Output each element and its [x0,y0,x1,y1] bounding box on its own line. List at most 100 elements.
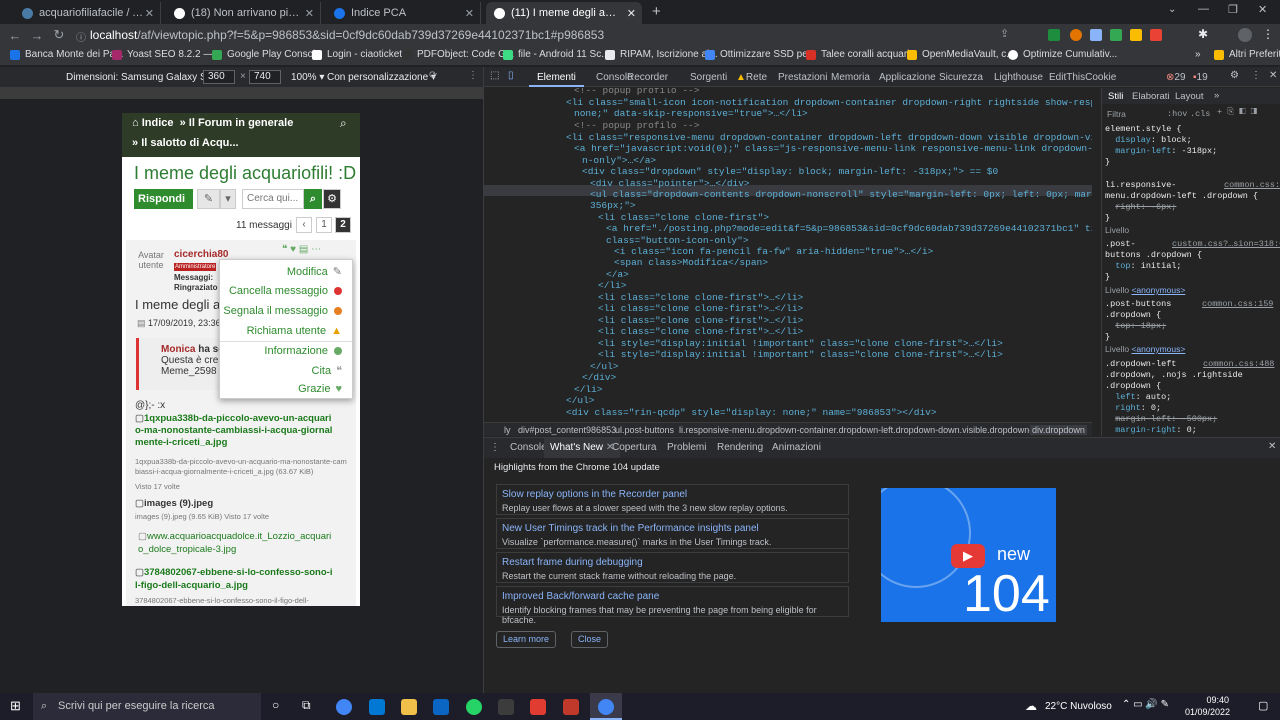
rotate-icon[interactable]: ⟳ [429,70,437,81]
throttle-select[interactable]: Con personalizzazione ▾ [327,72,436,83]
edit-menu-item[interactable]: Modifica ✎ [287,265,342,279]
task-view-icon[interactable]: ⧉ [302,698,311,713]
tab-security[interactable]: Sicurezza [939,72,983,83]
stylesheet-link[interactable]: common.css:382 [1224,180,1280,190]
cortana-icon[interactable]: ○ [272,698,279,712]
dom-node[interactable]: </a> [606,269,629,280]
stylesheet-link[interactable]: common.css:159 [1202,299,1273,309]
hover-state-toggle[interactable]: :hov [1167,109,1187,119]
close-window-icon[interactable]: ✕ [1258,3,1267,16]
bookmark-item[interactable]: Google Play Console [212,49,321,60]
learn-more-button[interactable]: Learn more [496,631,556,648]
tab-computed[interactable]: Elaborati [1132,91,1170,102]
search-icon[interactable]: ⌕ [304,189,322,209]
app-taskbar-icon[interactable] [433,699,449,715]
app-taskbar-icon[interactable] [498,699,514,715]
breadcrumb-item[interactable]: li.responsive-menu.dropdown-container.dr… [679,425,1057,435]
drawer-menu-icon[interactable]: ⋮ [490,442,500,453]
close-tab-icon[interactable]: ✕ [145,7,154,20]
menu-dots-icon[interactable]: ⋮ [1262,27,1274,41]
bookmark-item[interactable]: Login - ciaotickets [312,49,407,60]
close-tab-icon[interactable]: ✕ [627,7,636,20]
info-icon[interactable]: ⓘ [76,29,86,44]
new-tab-icon[interactable]: + [652,3,661,20]
reload-icon[interactable]: ↻ [48,27,70,43]
report-menu-item[interactable]: Segnala il messaggio [223,305,342,317]
extension-icon[interactable] [1110,29,1122,41]
more-tabs-icon[interactable]: » [1214,90,1219,101]
other-bookmarks-folder[interactable]: Altri Preferiti [1214,49,1280,60]
bookmark-item[interactable]: Ottimizzare SSD pe... [705,49,816,60]
feature-card[interactable]: New User Timings track in the Performanc… [496,518,849,549]
extension-icon[interactable] [1130,29,1142,41]
chrome-104-promo-image[interactable]: ▶ new 104 [881,488,1056,622]
dom-node[interactable]: class="button-icon-only"> [606,235,749,246]
dom-node[interactable]: <li style="display:initial !important" c… [598,338,1003,349]
tab-sources[interactable]: Sorgenti [690,72,727,83]
feature-card[interactable]: Slow replay options in the Recorder pane… [496,484,849,515]
close-drawer-icon[interactable]: ✕ [1268,441,1276,452]
styles-filter-input[interactable]: Filtra [1107,109,1126,119]
quote-menu-item[interactable]: Cita ❝ [312,364,342,378]
dom-node[interactable]: <li class="clone clone-first">…</li> [598,292,803,303]
dom-node[interactable]: <li class="responsive-menu dropdown-cont… [566,132,1092,143]
dom-node[interactable]: </ul> [566,395,595,406]
extension-icon[interactable] [1090,29,1102,41]
extension-icon[interactable] [1070,29,1082,41]
bookmark-item[interactable]: PDFObject: Code G... [402,49,514,60]
class-toggle[interactable]: .cls [1190,109,1210,119]
dom-node[interactable]: <a href="javascript:void(0);" class="js-… [574,143,1092,154]
attachment-link[interactable]: ▢1qxpua338b-da-piccolo-avevo-un-acquario… [135,413,335,449]
tab-performance[interactable]: Prestazioni [778,72,827,83]
dom-node[interactable]: <li class="clone clone-first"> [598,212,769,223]
breadcrumb-item[interactable]: ly [504,425,511,435]
dom-node-selected[interactable]: <div class="dropdown" style="display: bl… [582,166,998,177]
tab-search-icon[interactable]: ⌄ [1168,4,1176,15]
tab-styles[interactable]: Stili [1108,91,1123,102]
dom-node[interactable]: <li class="clone clone-first">…</li> [598,315,803,326]
settings-gear-icon[interactable]: ⚙ [1230,70,1239,81]
breadcrumb[interactable]: » Il salotto di Acqu... [132,137,239,149]
tab-network[interactable]: ▲Rete [736,72,767,83]
profile-avatar[interactable] [1238,28,1252,42]
tab-editthiscookie[interactable]: EditThisCookie [1049,72,1116,83]
dom-node[interactable]: </li> [598,280,627,291]
dom-node[interactable]: <!-- popup profilo --> [574,88,699,96]
dom-node[interactable]: </ul> [590,361,619,372]
bookmark-item[interactable]: Talee coralli acquari... [806,49,918,60]
dom-node[interactable]: <li class="clone clone-first">…</li> [598,326,803,337]
close-devtools-icon[interactable]: ✕ [1269,70,1277,81]
close-tab-icon[interactable]: ✕ [465,7,474,20]
share-icon[interactable]: ⇪ [1000,27,1009,40]
tools-chevron-icon[interactable]: ▾ [220,189,236,209]
error-count[interactable]: ⊗29 [1166,72,1186,83]
search-input[interactable]: Cerca qui... [242,189,304,209]
drawer-tab-console[interactable]: Console [510,442,547,453]
stylesheet-link[interactable]: common.css:488 [1203,359,1274,369]
windows-start-icon[interactable]: ⊞ [10,698,21,714]
feature-card[interactable]: Improved Back/forward cache pane Identify… [496,586,849,625]
weather-text[interactable]: 22°C Nuvoloso [1045,701,1112,712]
drawer-tab-animations[interactable]: Animazioni [772,442,821,453]
feature-card[interactable]: Restart frame during debugging Restart th… [496,552,849,583]
browser-tab[interactable]: acquariofiliafacile / AF Forum / c✕ [14,2,161,24]
whatsapp-icon[interactable] [466,699,482,715]
breadcrumb-item[interactable]: ul.post-buttons [615,425,674,435]
bookmark-item[interactable]: OpenMediaVault, c... [907,49,1015,60]
dom-node[interactable]: none;" data-skip-responsive="true">…</li… [574,108,808,119]
dom-node[interactable]: <li class="small-icon icon-notification … [566,97,1092,108]
clock-date[interactable]: 01/09/2022 [1185,707,1230,717]
devtools-menu-icon[interactable]: ⋮ [1251,70,1261,81]
drawer-tab-issues[interactable]: Problemi [667,442,706,453]
dom-node[interactable]: <!-- popup profilo --> [574,120,699,131]
dom-node[interactable]: <a href="./posting.php?mode=edit&f=5&p=9… [606,223,1092,234]
dom-node[interactable]: <li style="display:initial !important" c… [598,349,1003,360]
dom-node[interactable]: <li class="clone clone-first">…</li> [598,303,803,314]
bookmark-item[interactable]: file - Android 11 Sc... [503,49,610,60]
dom-node[interactable]: <span class>Modifica</span> [614,257,768,268]
tab-memory[interactable]: Memoria [831,72,870,83]
close-button[interactable]: Close [571,631,608,648]
page-link[interactable]: 1 [316,217,332,233]
stylesheet-link[interactable]: custom.css?…sion=318:65 [1172,239,1280,249]
browser-tab[interactable]: Indice PCA ✕ [326,2,481,24]
